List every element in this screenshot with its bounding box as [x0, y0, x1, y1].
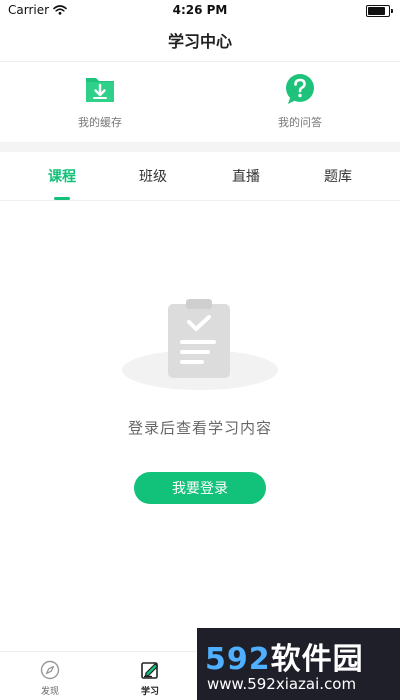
- battery-icon: [366, 5, 393, 17]
- my-cache-button[interactable]: 我的缓存: [40, 72, 160, 136]
- page-title: 学习中心: [167, 32, 232, 51]
- my-cache-label: 我的缓存: [78, 116, 122, 129]
- tab-live[interactable]: 直播: [216, 166, 276, 186]
- compass-icon: [40, 660, 60, 680]
- download-folder-icon: [86, 78, 114, 102]
- my-qa-button[interactable]: 我的问答: [240, 72, 360, 136]
- my-qa-label: 我的问答: [278, 116, 322, 129]
- bottom-tab-discover[interactable]: 发现: [20, 660, 80, 697]
- tab-courses[interactable]: 课程: [32, 166, 92, 186]
- empty-state-message: 登录后查看学习内容: [127, 419, 272, 437]
- watermark-url: www.592xiazai.com: [207, 675, 357, 693]
- login-button[interactable]: 我要登录: [134, 472, 266, 504]
- bottom-tab-study[interactable]: 学习: [120, 660, 180, 697]
- edit-note-icon: [141, 662, 159, 679]
- bottom-tab-study-label: 学习: [140, 687, 159, 697]
- quick-actions: 我的缓存 我的问答: [0, 62, 400, 142]
- active-tab-indicator: [54, 197, 70, 200]
- question-bubble-icon: [286, 74, 314, 104]
- tab-classes[interactable]: 班级: [123, 166, 183, 186]
- clipboard-check-icon: [122, 299, 278, 390]
- section-separator: [0, 142, 400, 152]
- status-bar: Carrier 4:26 PM: [0, 0, 400, 22]
- bottom-tab-discover-label: 发现: [40, 687, 59, 697]
- tab-question-bank[interactable]: 题库: [308, 166, 368, 186]
- content-tabs: 课程 班级 直播 题库: [0, 152, 400, 201]
- clock: 4:26 PM: [172, 3, 228, 17]
- watermark-logo: 592软件园: [205, 634, 364, 678]
- watermark-brand-num: 592: [205, 642, 271, 677]
- site-watermark: 592软件园 www.592xiazai.com: [197, 628, 400, 700]
- watermark-brand-cn: 软件园: [270, 642, 364, 677]
